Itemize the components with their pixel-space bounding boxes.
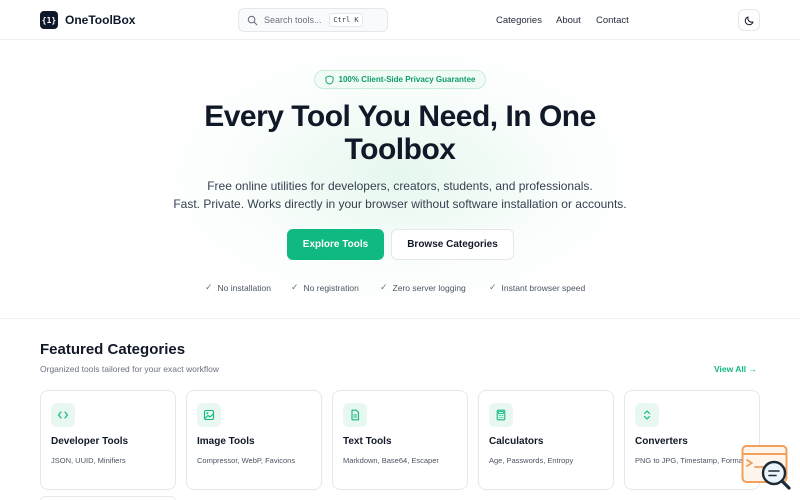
category-card-calculators[interactable]: Calculators Age, Passwords, Entropy <box>478 390 614 490</box>
category-card-image-tools[interactable]: Image Tools Compressor, WebP, Favicons <box>186 390 322 490</box>
category-card-converters[interactable]: Converters PNG to JPG, Timestamp, Format… <box>624 390 760 490</box>
section-divider <box>0 318 800 319</box>
categories-title: Featured Categories <box>40 341 186 358</box>
hero-title-line-1: Every Tool You Need, In One <box>204 100 596 133</box>
hero-title: Every Tool You Need, In One Toolbox <box>150 100 650 166</box>
card-title: Calculators <box>489 436 544 447</box>
code-icon <box>51 403 75 427</box>
nav-contact[interactable]: Contact <box>596 15 629 26</box>
card-description: Markdown, Base64, Escaper <box>343 456 439 465</box>
feature-label: Instant browser speed <box>501 282 586 293</box>
feature-item: ✓ No installation <box>205 282 271 293</box>
card-title: Developer Tools <box>51 436 129 447</box>
search-shortcut-hint: Ctrl K <box>329 13 363 27</box>
feature-item: ✓ Zero server logging <box>380 282 466 293</box>
theme-toggle-button[interactable] <box>738 9 760 31</box>
browse-categories-button[interactable]: Browse Categories <box>391 229 514 260</box>
card-title: Text Tools <box>343 436 392 447</box>
search-input[interactable]: Search tools... <box>238 8 388 32</box>
card-title: Image Tools <box>197 436 255 447</box>
image-icon <box>197 403 221 427</box>
view-all-link[interactable]: View All → <box>714 364 757 374</box>
check-icon: ✓ <box>489 282 497 292</box>
card-description: PNG to JPG, Timestamp, Formats <box>635 456 749 465</box>
shield-icon <box>324 74 334 85</box>
feature-item: ✓ No registration <box>291 282 359 293</box>
check-icon: ✓ <box>291 282 299 292</box>
help-widget-button[interactable] <box>741 444 791 490</box>
hero-subtitle-line-2: Fast. Private. Works directly in your br… <box>173 197 627 211</box>
card-title: Converters <box>635 436 688 447</box>
categories-subtitle: Organized tools tailored for your exact … <box>40 364 220 374</box>
moon-icon <box>744 16 753 25</box>
card-description: JSON, UUID, Minifiers <box>51 456 126 465</box>
document-icon <box>343 403 367 427</box>
hero-title-line-2: Toolbox <box>344 133 456 166</box>
hero-subtitle-line-1: Free online utilities for developers, cr… <box>207 179 593 193</box>
card-description: Age, Passwords, Entropy <box>489 456 574 465</box>
convert-arrows-icon <box>635 403 659 427</box>
privacy-badge: 100% Client-Side Privacy Guarantee <box>314 70 486 89</box>
nav-about[interactable]: About <box>556 15 581 26</box>
explore-tools-button[interactable]: Explore Tools <box>287 229 384 260</box>
nav-categories[interactable]: Categories <box>496 15 542 26</box>
feature-label: No installation <box>217 282 271 293</box>
calculator-icon <box>489 403 513 427</box>
brand-name[interactable]: OneToolBox <box>65 13 135 27</box>
category-card-text-tools[interactable]: Text Tools Markdown, Base64, Escaper <box>332 390 468 490</box>
logo-icon[interactable]: {1} <box>40 11 58 29</box>
feature-label: No registration <box>303 282 359 293</box>
card-description: Compressor, WebP, Favicons <box>197 456 296 465</box>
feature-item: ✓ Instant browser speed <box>489 282 585 293</box>
search-placeholder: Search tools... <box>264 15 322 25</box>
check-icon: ✓ <box>380 282 388 292</box>
category-card-partial[interactable] <box>40 496 176 500</box>
privacy-badge-label: 100% Client-Side Privacy Guarantee <box>338 75 476 84</box>
site-header: {1} OneToolBox Search tools... Ctrl K Ca… <box>0 0 800 40</box>
check-icon: ✓ <box>205 282 213 292</box>
feature-label: Zero server logging <box>392 282 466 293</box>
category-card-developer-tools[interactable]: Developer Tools JSON, UUID, Minifiers <box>40 390 176 490</box>
search-icon <box>247 15 258 26</box>
